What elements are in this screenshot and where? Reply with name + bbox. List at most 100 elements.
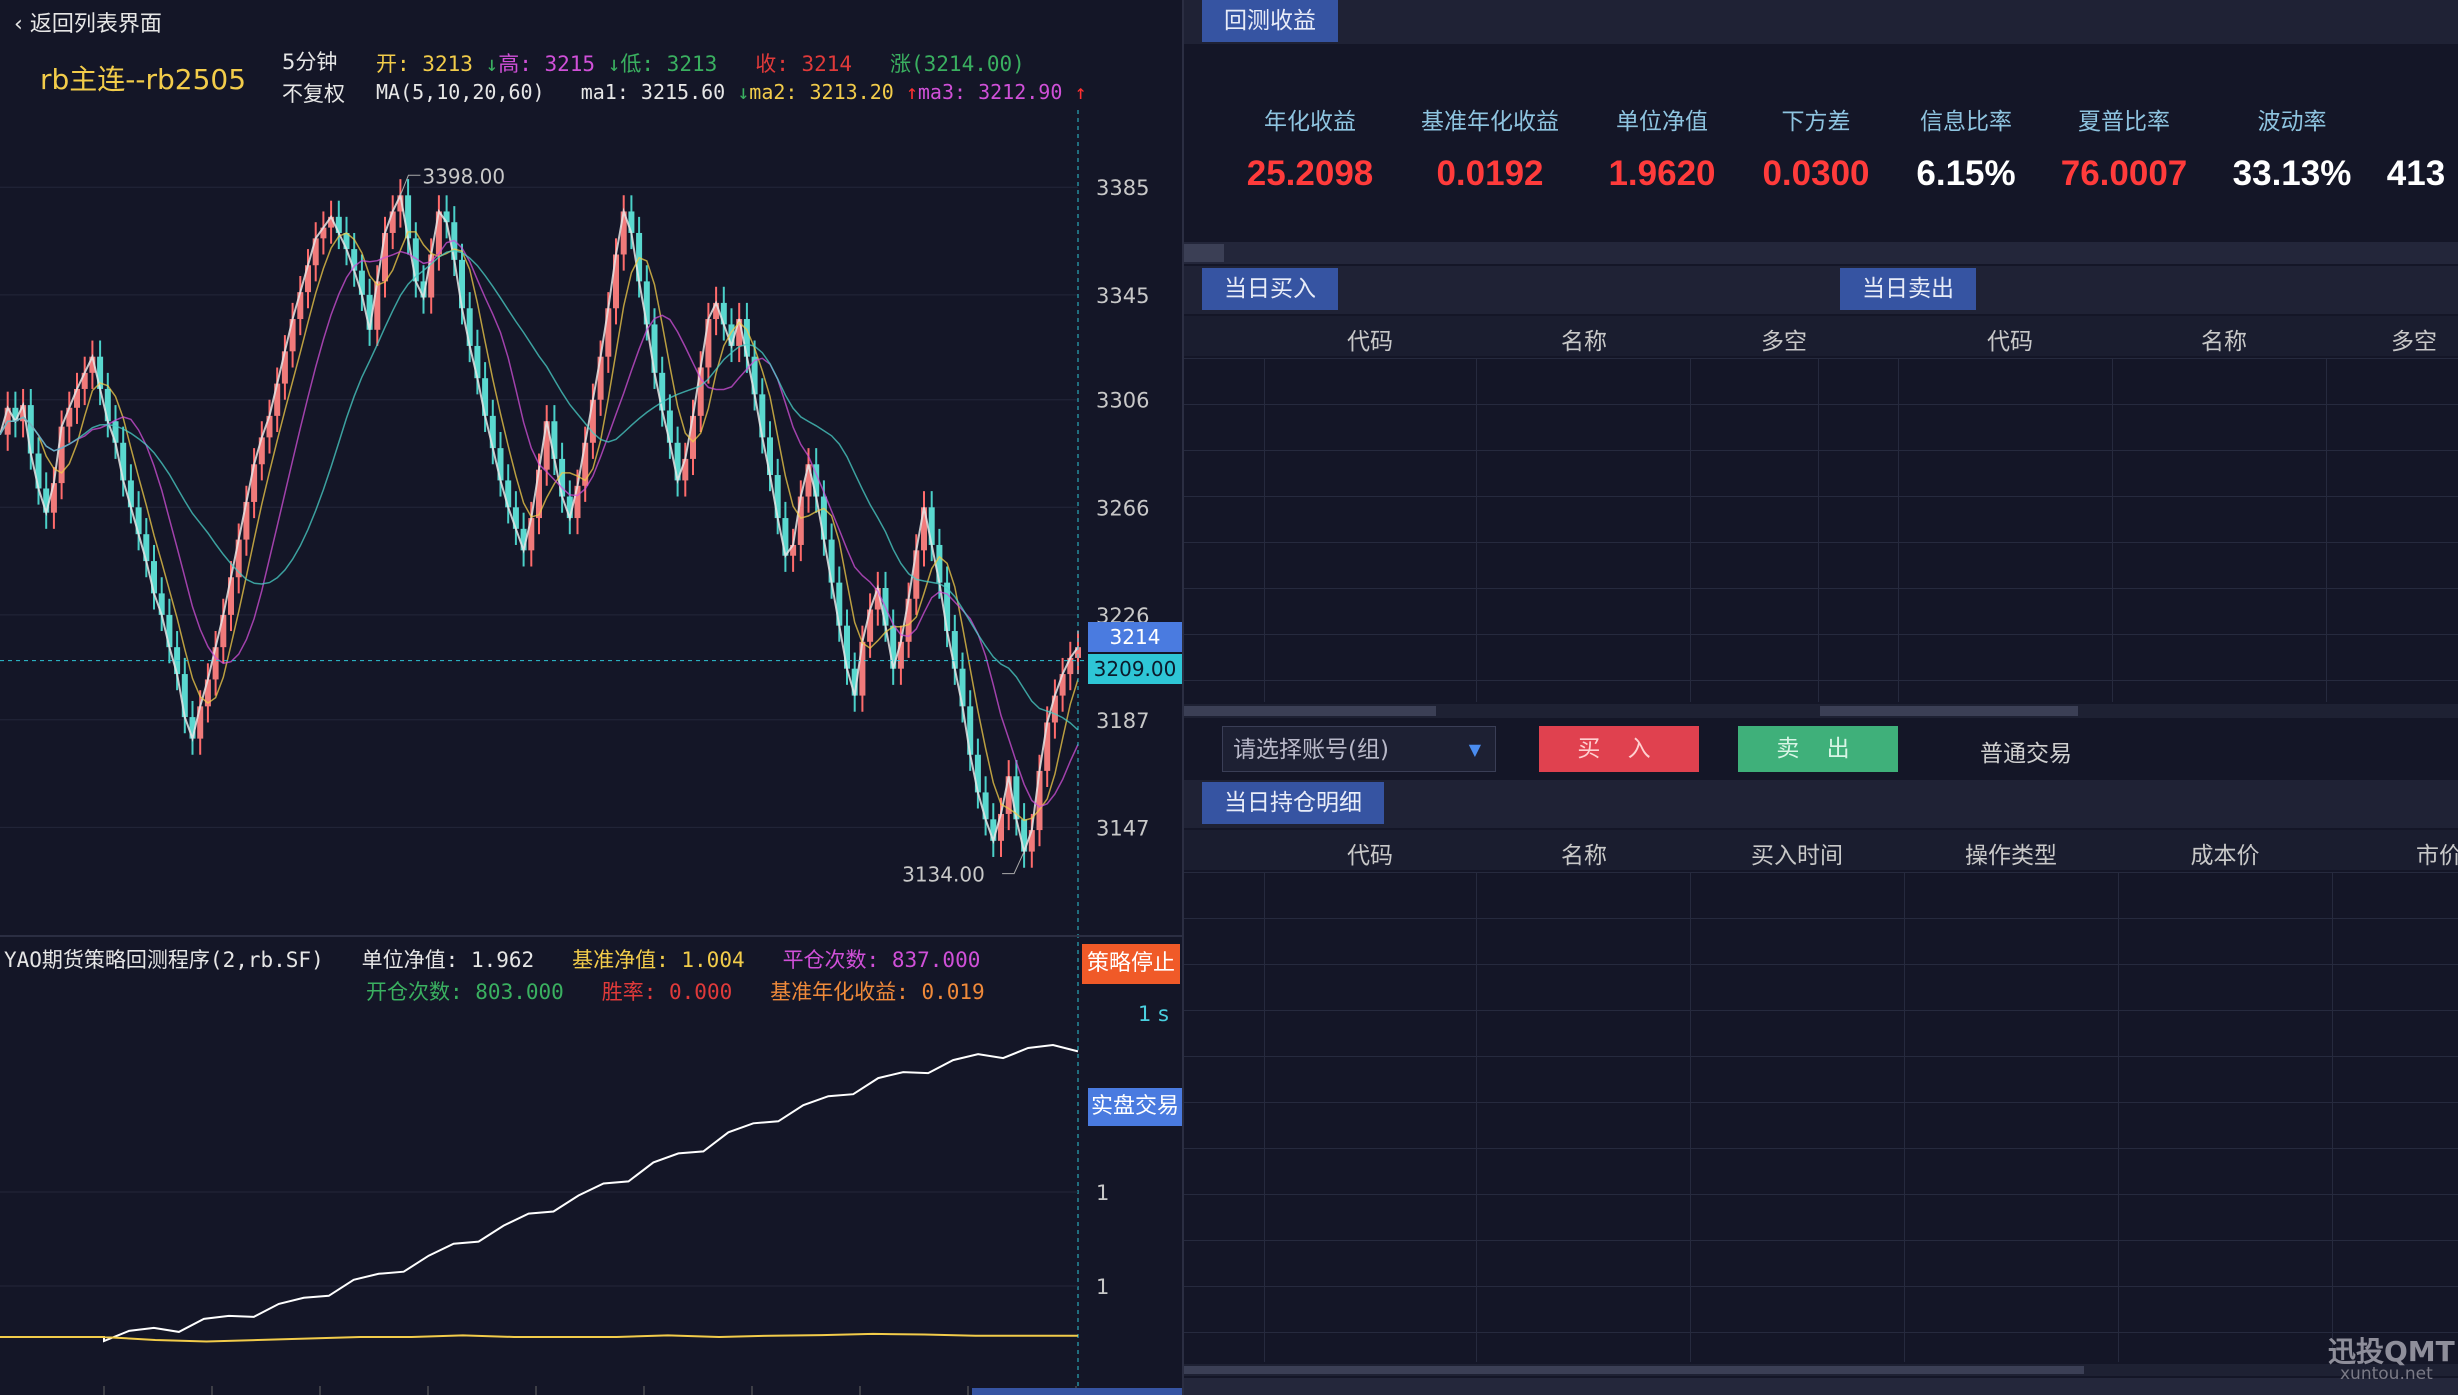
grid-row-line — [1184, 1332, 2458, 1333]
ma1-value: ma1: 3215.60 — [580, 80, 726, 104]
grid-column-line — [1264, 872, 1265, 1362]
grid-column-line — [1904, 872, 1905, 1362]
sell-col-side[interactable]: 多空 — [2354, 322, 2458, 356]
ma-params: MA(5,10,20,60) — [376, 80, 545, 104]
pos-col-name[interactable]: 名称 — [1474, 836, 1694, 870]
grid-row-line — [1184, 358, 2458, 359]
price-tick-label: 3147 — [1096, 816, 1149, 840]
ma-row: MA(5,10,20,60) ma1: 3215.60 ↓ma2: 3213.2… — [376, 80, 1086, 104]
grid-column-line — [1476, 872, 1477, 1362]
buy-button[interactable]: 买 入 — [1539, 726, 1699, 772]
nav-curve — [0, 1043, 1079, 1343]
account-select[interactable]: 请选择账号(组) ▼ — [1222, 726, 1496, 772]
bench-nav-label: 基准净值: 1.004 — [572, 948, 745, 972]
grid-row-line — [1184, 1056, 2458, 1057]
grid-row-line — [1184, 1102, 2458, 1103]
metrics-scrollbar[interactable] — [1184, 242, 2458, 264]
buy-col-name[interactable]: 名称 — [1474, 322, 1694, 356]
sell-button[interactable]: 卖 出 — [1738, 726, 1898, 772]
grid-row-line — [1184, 964, 2458, 965]
metric-value: 25.2098 — [1246, 154, 1374, 193]
grid-row-line — [1184, 450, 2458, 451]
metric-label: 基准年化收益 — [1421, 109, 1559, 135]
symbol-title: rb主连--rb2505 — [40, 63, 247, 96]
grid-row-line — [1184, 1286, 2458, 1287]
back-button[interactable]: ‹ 返回列表界面 — [14, 6, 162, 38]
metric-value: 0.0192 — [1436, 154, 1544, 193]
grid-row-line — [1184, 1148, 2458, 1149]
grid-column-line — [1898, 358, 1899, 702]
tab-buy-today[interactable]: 当日买入 — [1202, 268, 1338, 310]
pos-col-cost[interactable]: 成本价 — [2120, 836, 2330, 870]
strategy-stop-button[interactable]: 策略停止 — [1082, 944, 1180, 984]
grid-row-line — [1184, 1194, 2458, 1195]
metric-value: 413 — [2386, 154, 2446, 193]
price-tick-label: 3385 — [1096, 176, 1149, 200]
grid-row-line — [1184, 1010, 2458, 1011]
low-annotation: 3134.00 — [902, 863, 985, 887]
grid-row-line — [1184, 1240, 2458, 1241]
metric-label: 波动率 — [2257, 109, 2327, 135]
grid-column-line — [2112, 358, 2113, 702]
chart-panel[interactable]: 3385 3345 3306 3266 3226 3187 3147 3398.00 3134.… — [0, 0, 1184, 1395]
arrow-up-icon: ↑ — [1074, 80, 1087, 104]
live-trade-button[interactable]: 实盘交易 — [1088, 1088, 1182, 1126]
close-count-label: 平仓次数: 837.000 — [782, 948, 981, 972]
ohlc-row: 开: 3213 ↓高: 3215 ↓低: 3213 收: 3214 涨(3214… — [376, 52, 1025, 76]
current-price-tag: 3214 — [1088, 622, 1182, 652]
timer-label: 1 s — [1138, 1002, 1169, 1026]
tab-backtest[interactable]: 回测收益 — [1202, 0, 1338, 42]
grid-row-line — [1184, 404, 2458, 405]
sell-scroll-thumb[interactable] — [1820, 706, 2078, 716]
grid-column-line — [2326, 358, 2327, 702]
high-annotation: 3398.00 — [422, 164, 505, 188]
ma3-value: ma3: 3212.90 — [917, 80, 1063, 104]
trade-mode-label[interactable]: 普通交易 — [1980, 734, 2072, 768]
high-value: 3215 — [544, 52, 596, 76]
adjust-label[interactable]: 不复权 — [282, 78, 345, 108]
buy-scroll-thumb[interactable] — [1184, 706, 1436, 716]
grid-row-line — [1184, 680, 2458, 681]
open-count-label: 开仓次数: 803.000 — [366, 980, 564, 1004]
buy-col-code[interactable]: 代码 — [1250, 322, 1490, 356]
high-label: 高 — [498, 52, 520, 76]
grid-row-line — [1184, 918, 2458, 919]
grid-column-line — [1264, 358, 1265, 702]
grid-column-line — [2332, 872, 2333, 1362]
positions-scroll-thumb[interactable] — [1184, 1366, 2084, 1374]
pos-col-op-type[interactable]: 操作类型 — [1906, 836, 2116, 870]
bench-annual-label: 基准年化收益: 0.019 — [770, 980, 985, 1004]
grid-column-line — [1818, 358, 1819, 702]
grid-row-line — [1184, 542, 2458, 543]
close-label: 收 — [755, 52, 777, 76]
price-tick-label: 3306 — [1096, 389, 1149, 413]
high-marker-line — [399, 174, 421, 196]
arrow-down-icon: ↓ — [607, 52, 621, 76]
tab-sell-today[interactable]: 当日卖出 — [1840, 268, 1976, 310]
price-tick-label: 3345 — [1096, 284, 1149, 308]
bottom-tabs-strip[interactable] — [1184, 1378, 2458, 1395]
pos-col-code[interactable]: 代码 — [1250, 836, 1490, 870]
orders-tabbar — [1184, 266, 2458, 314]
kline-chart[interactable]: 33853345330632663226318731473398.003134.… — [0, 0, 1182, 1395]
grid-row-line — [1184, 872, 2458, 873]
crosshair-price-tag: 3209.00 — [1088, 654, 1182, 684]
scroll-thumb[interactable] — [1184, 244, 1224, 262]
grid-row-line — [1184, 588, 2458, 589]
nav-label: 单位净值: 1.962 — [361, 948, 535, 972]
sell-col-name[interactable]: 名称 — [2114, 322, 2334, 356]
low-label: 低 — [620, 52, 642, 76]
low-value: 3213 — [666, 52, 718, 76]
ma2-value: ma2: 3213.20 — [749, 80, 894, 104]
grid-column-line — [2118, 872, 2119, 1362]
period-label[interactable]: 5分钟 — [282, 46, 337, 76]
grid-column-line — [1690, 358, 1691, 702]
tab-positions[interactable]: 当日持仓明细 — [1202, 782, 1384, 824]
pos-col-market[interactable]: 市价 — [2334, 836, 2458, 870]
price-tick-label: 3187 — [1096, 709, 1149, 733]
indicator-name: YAO期货策略回测程序(2,rb.SF) — [4, 948, 324, 972]
pos-col-buy-time[interactable]: 买入时间 — [1692, 836, 1902, 870]
dropdown-caret-icon: ▼ — [1468, 740, 1481, 759]
sell-col-code[interactable]: 代码 — [1890, 322, 2130, 356]
buy-col-side[interactable]: 多空 — [1704, 322, 1864, 356]
